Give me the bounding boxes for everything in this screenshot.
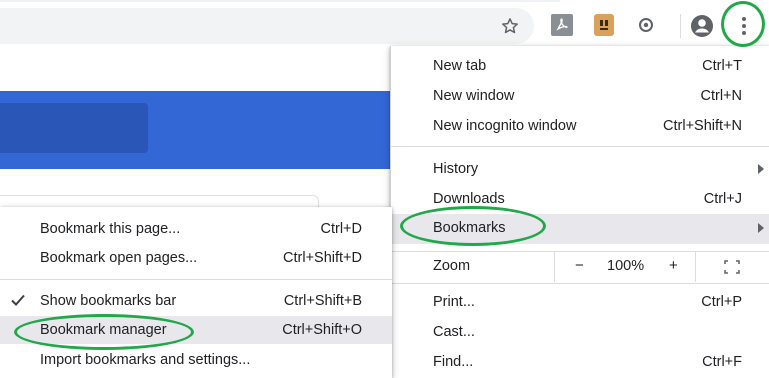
star-icon[interactable]: [498, 14, 522, 38]
toolbar-separator: [680, 14, 681, 38]
submenu-arrow-icon: [758, 223, 764, 233]
menu-item-find[interactable]: Find... Ctrl+F: [391, 348, 769, 378]
zoom-in-button[interactable]: +: [669, 257, 678, 274]
menu-item-label: Downloads: [433, 191, 505, 207]
menu-item-shortcut: Ctrl+T: [702, 58, 742, 74]
submenu-item-import-bookmarks[interactable]: Import bookmarks and settings...: [0, 346, 392, 374]
menu-separator: [391, 146, 769, 147]
menu-item-shortcut: Ctrl+J: [703, 191, 742, 207]
menu-separator: [391, 283, 769, 284]
submenu-item-label: Show bookmarks bar: [40, 293, 177, 309]
pdf-extension-icon[interactable]: [551, 14, 573, 36]
menu-item-history[interactable]: History: [391, 155, 769, 185]
menu-item-cast[interactable]: Cast...: [391, 318, 769, 348]
submenu-item-label: Import bookmarks and settings...: [40, 352, 251, 368]
menu-item-shortcut: Ctrl+Shift+N: [663, 118, 742, 134]
annotation-circle-menu-button: [721, 1, 765, 47]
submenu-separator: [0, 279, 392, 280]
submenu-item-bookmark-open-pages[interactable]: Bookmark open pages... Ctrl+Shift+D: [0, 244, 392, 272]
submenu-item-shortcut: Ctrl+Shift+D: [283, 250, 362, 266]
annotation-circle-bookmark-manager: [14, 314, 194, 350]
address-bar[interactable]: [0, 8, 534, 44]
extension-icon[interactable]: [594, 14, 614, 36]
menu-item-label: New window: [433, 88, 515, 104]
zoom-level: 100%: [607, 258, 645, 274]
banner-block: [0, 103, 148, 153]
tab-strip-edge: [0, 0, 560, 2]
menu-item-label: History: [433, 161, 479, 177]
submenu-item-show-bookmarks-bar[interactable]: Show bookmarks bar Ctrl+Shift+B: [0, 287, 392, 315]
submenu-item-shortcut: Ctrl+Shift+O: [282, 322, 362, 338]
menu-item-label: Print...: [433, 294, 475, 310]
menu-item-label: Cast...: [433, 324, 475, 340]
submenu-item-label: Bookmark this page...: [40, 221, 181, 237]
zoom-divider: [695, 252, 696, 282]
menu-item-new-incognito-window[interactable]: New incognito window Ctrl+Shift+N: [391, 112, 769, 142]
menu-item-new-tab[interactable]: New tab Ctrl+T: [391, 52, 769, 82]
submenu-item-bookmark-this-page[interactable]: Bookmark this page... Ctrl+D: [0, 215, 392, 243]
zoom-divider: [554, 252, 555, 282]
menu-item-label: Zoom: [433, 258, 471, 274]
account-icon[interactable]: [689, 13, 715, 39]
submenu-item-shortcut: Ctrl+Shift+B: [283, 293, 362, 309]
menu-item-new-window[interactable]: New window Ctrl+N: [391, 82, 769, 112]
annotation-circle-bookmarks: [400, 206, 546, 246]
menu-item-shortcut: Ctrl+P: [701, 294, 742, 310]
zoom-out-button[interactable]: −: [575, 257, 584, 274]
menu-item-zoom: Zoom − 100% +: [391, 252, 769, 282]
submenu-item-label: Bookmark open pages...: [40, 250, 198, 266]
check-icon: [10, 293, 26, 311]
submenu-item-shortcut: Ctrl+D: [320, 221, 363, 237]
menu-item-shortcut: Ctrl+N: [700, 88, 743, 104]
menu-item-shortcut: Ctrl+F: [702, 354, 742, 370]
menu-item-print[interactable]: Print... Ctrl+P: [391, 288, 769, 318]
fullscreen-icon[interactable]: [724, 260, 740, 278]
globe-extension-icon[interactable]: [637, 16, 655, 34]
menu-item-label: New incognito window: [433, 118, 577, 134]
bookmarks-submenu: Bookmark this page... Ctrl+D Bookmark op…: [0, 207, 392, 378]
submenu-arrow-icon: [758, 164, 764, 174]
menu-item-label: Find...: [433, 354, 474, 370]
menu-item-label: New tab: [433, 58, 487, 74]
